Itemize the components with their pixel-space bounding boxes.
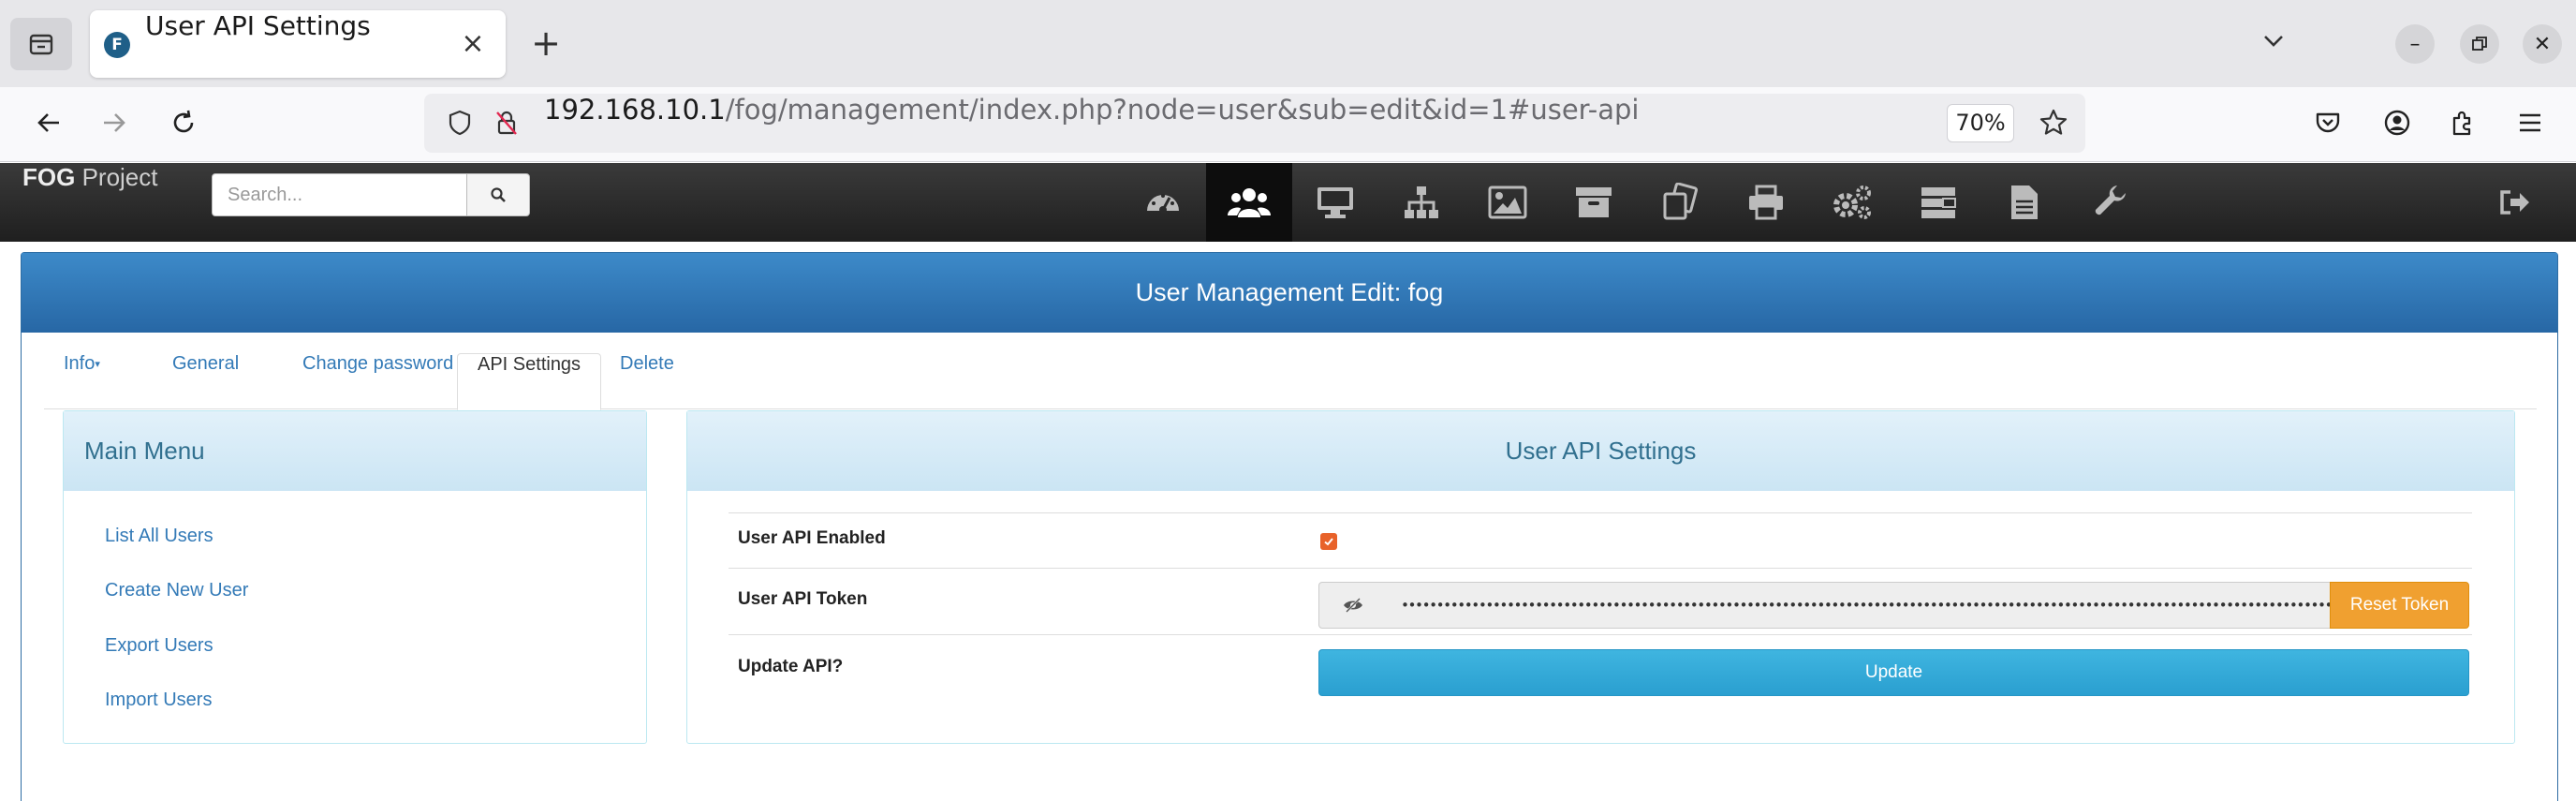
main-menu-box: Main Menu List All Users Create New User… xyxy=(63,410,647,744)
pocket-icon[interactable] xyxy=(2307,102,2348,143)
brand-rest: Project xyxy=(75,163,158,191)
browser-tab-active[interactable]: F User API Settings × xyxy=(90,10,506,78)
user-api-settings-title: User API Settings xyxy=(687,411,2514,491)
menu-create-new-user[interactable]: Create New User xyxy=(105,580,248,601)
menu-export-users[interactable]: Export Users xyxy=(105,635,213,657)
tasks-icon[interactable] xyxy=(1895,163,1981,242)
fog-brand[interactable]: FOG Project xyxy=(22,163,158,227)
forward-arrow-icon[interactable] xyxy=(94,102,135,143)
logout-icon[interactable] xyxy=(2491,163,2538,242)
url-text[interactable]: 192.168.10.1/fog/management/index.php?no… xyxy=(544,94,1639,153)
browser-tab-strip: F User API Settings × + – ✕ xyxy=(0,0,2576,87)
url-path: /fog/management/index.php?node=user&sub=… xyxy=(725,94,1640,126)
insecure-lock-icon[interactable] xyxy=(486,102,527,143)
page-title: User Management Edit: fog xyxy=(22,253,2557,333)
account-icon[interactable] xyxy=(2377,102,2418,143)
reset-token-button[interactable]: Reset Token xyxy=(2330,582,2469,629)
menu-import-users[interactable]: Import Users xyxy=(105,690,212,711)
tab-info-label: Info xyxy=(64,353,96,374)
printers-icon[interactable] xyxy=(1723,163,1809,242)
user-api-settings-box: User API Settings User API Enabled User … xyxy=(686,410,2515,744)
user-management-panel: User Management Edit: fog Info▾ General … xyxy=(21,252,2558,801)
images-icon[interactable] xyxy=(1465,163,1551,242)
caret-down-icon: ▾ xyxy=(95,359,100,370)
restore-icon[interactable] xyxy=(2460,24,2499,64)
users-icon[interactable] xyxy=(1206,163,1292,242)
minimize-icon[interactable]: – xyxy=(2395,24,2435,64)
window-close-icon[interactable]: ✕ xyxy=(2523,24,2562,64)
menu-hamburger-icon[interactable] xyxy=(2510,102,2551,143)
address-bar[interactable]: 192.168.10.1/fog/management/index.php?no… xyxy=(424,94,2085,153)
tab-close-icon[interactable]: × xyxy=(459,30,487,58)
api-enabled-checkbox[interactable] xyxy=(1320,533,1337,550)
extensions-icon[interactable] xyxy=(2442,102,2483,143)
row-divider xyxy=(729,512,2472,513)
url-host: 192.168.10.1 xyxy=(544,94,726,126)
tab-general[interactable]: General xyxy=(153,353,258,409)
eye-slash-icon xyxy=(1343,598,1362,613)
fog-top-navbar: FOG Project Search... xyxy=(0,163,2576,242)
snapins-icon[interactable] xyxy=(1637,163,1723,242)
storage-icon[interactable] xyxy=(1551,163,1637,242)
update-api-label: Update API? xyxy=(738,657,844,676)
update-button[interactable]: Update xyxy=(1318,649,2469,696)
edit-tabs: Info▾ General Change password API Settin… xyxy=(44,353,2537,410)
tab-change-password[interactable]: Change password xyxy=(283,353,473,409)
row-divider xyxy=(729,634,2472,635)
fog-favicon-icon: F xyxy=(104,32,130,58)
service-config-icon[interactable] xyxy=(1809,163,1895,242)
hosts-icon[interactable] xyxy=(1292,163,1378,242)
search-icon xyxy=(491,187,506,202)
reload-icon[interactable] xyxy=(163,102,204,143)
tab-overview-button[interactable] xyxy=(10,18,72,70)
api-token-field[interactable]: ••••••••••••••••••••••••••••••••••••••••… xyxy=(1386,582,2332,629)
groups-icon[interactable] xyxy=(1378,163,1465,242)
tab-delete[interactable]: Delete xyxy=(600,353,694,409)
api-token-label: User API Token xyxy=(738,589,868,609)
new-tab-icon[interactable]: + xyxy=(524,22,567,65)
brand-bold: FOG xyxy=(22,163,76,191)
reports-icon[interactable] xyxy=(1981,163,2068,242)
toggle-token-visibility-button[interactable] xyxy=(1318,582,1387,629)
tab-api-settings[interactable]: API Settings xyxy=(457,353,602,410)
dashboard-icon[interactable] xyxy=(1120,163,1206,242)
zoom-level-badge[interactable]: 70% xyxy=(1947,104,2014,142)
search-input[interactable]: Search... xyxy=(212,173,467,216)
api-enabled-label: User API Enabled xyxy=(738,528,886,548)
tab-overview-icon xyxy=(29,34,53,55)
shield-icon[interactable] xyxy=(439,102,480,143)
chevron-down-icon[interactable] xyxy=(2253,21,2294,62)
tab-info[interactable]: Info▾ xyxy=(44,353,120,409)
menu-list-all-users[interactable]: List All Users xyxy=(105,526,213,547)
row-divider xyxy=(729,568,2472,569)
back-arrow-icon[interactable] xyxy=(28,102,69,143)
tab-title: User API Settings xyxy=(145,10,371,41)
search-button[interactable] xyxy=(466,173,530,216)
bookmark-star-icon[interactable] xyxy=(2033,102,2074,143)
main-menu-title: Main Menu xyxy=(64,411,646,491)
checkmark-icon xyxy=(1324,538,1333,546)
browser-nav-bar: 192.168.10.1/fog/management/index.php?no… xyxy=(0,87,2576,162)
fog-config-icon[interactable] xyxy=(2068,163,2154,242)
